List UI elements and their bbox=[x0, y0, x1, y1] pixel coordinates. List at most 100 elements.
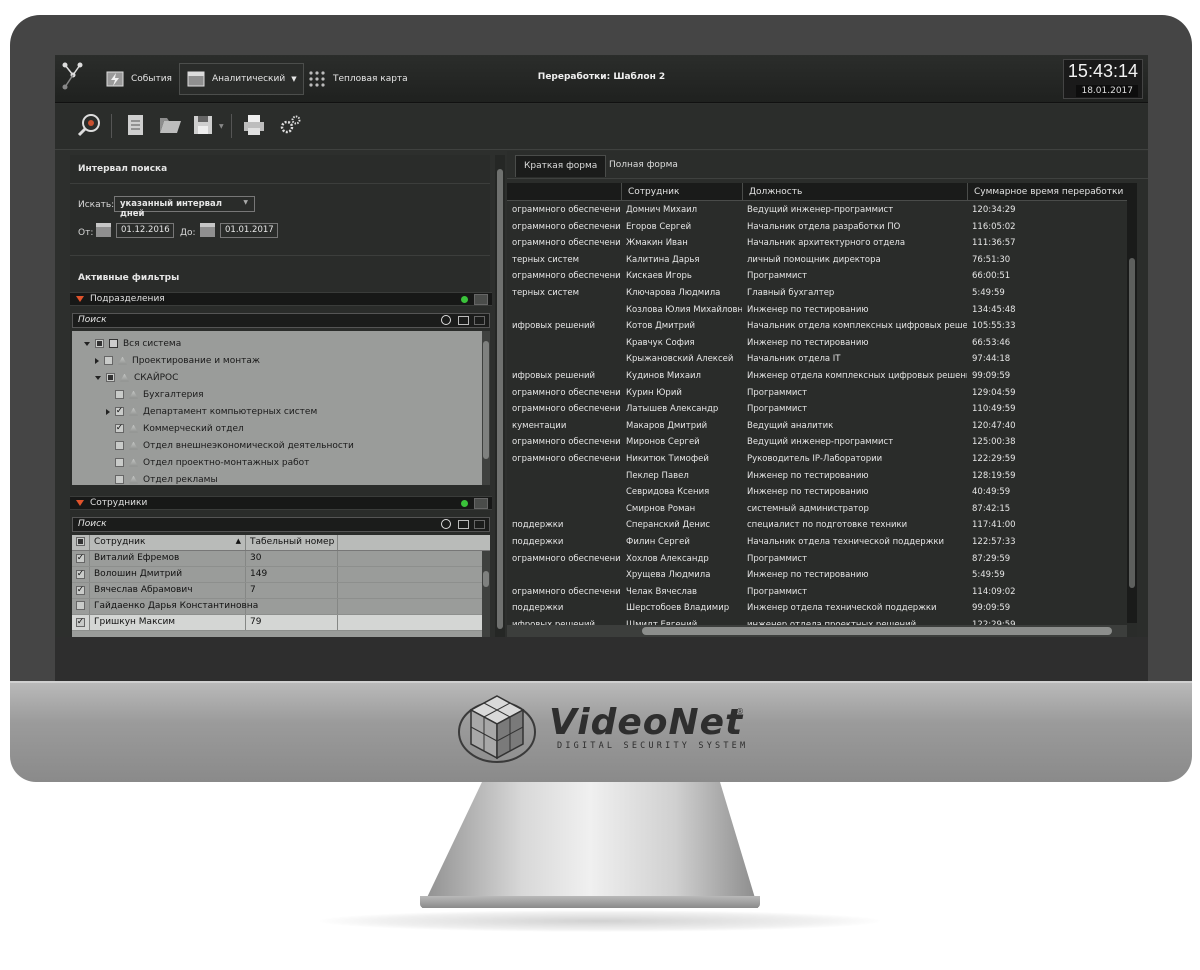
download-icon[interactable] bbox=[474, 294, 488, 305]
list-icon[interactable] bbox=[458, 520, 469, 529]
tree-node[interactable]: ✓ Департамент компьютерных систем bbox=[106, 403, 317, 420]
search-icon[interactable] bbox=[441, 519, 451, 529]
tree-node[interactable]: Вся система bbox=[84, 335, 181, 352]
table-row[interactable]: ифровых решений Кудинов Михаил Инженер отд… bbox=[507, 368, 1127, 384]
table-row[interactable]: ограммного обеспечения Хохлов Александр Пр… bbox=[507, 551, 1127, 567]
employees-scrollbar-thumb[interactable] bbox=[483, 571, 489, 587]
collapse-arrow-icon[interactable] bbox=[106, 408, 110, 415]
collapse-arrow-icon[interactable] bbox=[76, 296, 84, 302]
table-row[interactable]: поддержки Шерстобоев Владимир Инженер отде… bbox=[507, 600, 1127, 616]
tree-checkbox[interactable] bbox=[115, 458, 124, 467]
table-row[interactable]: ограммного обеспечения Курин Юрий Программ… bbox=[507, 385, 1127, 401]
calendar-icon[interactable] bbox=[96, 223, 111, 237]
tree-checkbox[interactable] bbox=[104, 356, 113, 365]
tree-checkbox[interactable] bbox=[95, 339, 104, 348]
search-icon[interactable] bbox=[77, 113, 103, 137]
tree-checkbox[interactable]: ✓ bbox=[115, 407, 124, 416]
row-checkbox[interactable]: ✓ bbox=[72, 583, 90, 598]
save-icon[interactable] bbox=[191, 113, 217, 137]
tree-checkbox[interactable]: ✓ bbox=[115, 424, 124, 433]
grid-hscroll-thumb[interactable] bbox=[642, 627, 1112, 635]
select-all-checkbox[interactable] bbox=[72, 535, 90, 550]
tree-node[interactable]: ✓ Коммерческий отдел bbox=[106, 420, 244, 437]
tree-checkbox[interactable] bbox=[106, 373, 115, 382]
save-dropdown-icon[interactable]: ▼ bbox=[219, 123, 224, 130]
employees-scrollbar[interactable] bbox=[482, 551, 490, 637]
row-checkbox[interactable]: ✓ bbox=[72, 567, 90, 582]
departments-header[interactable]: Подразделения bbox=[70, 292, 492, 306]
tree-node[interactable]: Бухгалтерия bbox=[106, 386, 204, 403]
table-row[interactable]: Гайдаенко Дарья Константиновна bbox=[72, 599, 490, 615]
column-header-position[interactable]: Должность bbox=[742, 183, 967, 201]
tree-node[interactable]: Проектирование и монтаж bbox=[95, 352, 260, 369]
document-icon[interactable] bbox=[123, 113, 149, 137]
table-row[interactable]: ✓ Гришкун Максим 79 bbox=[72, 615, 490, 631]
column-header[interactable]: Сотрудник ▲ bbox=[90, 535, 246, 550]
tab-short-form[interactable]: Краткая форма bbox=[515, 155, 607, 177]
table-row[interactable]: ограммного обеспечения Латышев Александр П… bbox=[507, 401, 1127, 417]
table-row[interactable]: ограммного обеспечения Миронов Сергей Веду… bbox=[507, 434, 1127, 450]
table-row[interactable]: Севридова Ксения Инженер по тестированию 4… bbox=[507, 484, 1127, 500]
settings-icon[interactable] bbox=[277, 113, 303, 137]
tree-checkbox[interactable] bbox=[115, 475, 124, 484]
tree-checkbox[interactable] bbox=[115, 390, 124, 399]
collapse-arrow-icon[interactable] bbox=[95, 357, 99, 364]
collapse-arrow-icon[interactable] bbox=[76, 500, 84, 506]
tree-scrollbar[interactable] bbox=[482, 331, 490, 485]
table-row[interactable]: терных систем Ключарова Людмила Главный бу… bbox=[507, 285, 1127, 301]
table-row[interactable]: ифровых решений Котов Дмитрий Начальник от… bbox=[507, 318, 1127, 334]
tab-full-form[interactable]: Полная форма bbox=[601, 155, 686, 177]
table-row[interactable]: ✓ Виталий Ефремов 30 bbox=[72, 551, 490, 567]
table-row[interactable]: ограммного обеспечения Никитюк Тимофей Рук… bbox=[507, 451, 1127, 467]
table-row[interactable]: Смирнов Роман системный администратор 87:4… bbox=[507, 501, 1127, 517]
splitter-thumb[interactable] bbox=[497, 169, 503, 629]
table-row[interactable]: кументации Макаров Дмитрий Ведущий аналити… bbox=[507, 418, 1127, 434]
tree-node[interactable]: Отдел внешнеэкономической деятельности bbox=[106, 437, 354, 454]
table-row[interactable]: ограммного обеспечения Жмакин Иван Начальн… bbox=[507, 235, 1127, 251]
print-icon[interactable] bbox=[241, 113, 267, 137]
employees-header[interactable]: Сотрудники bbox=[70, 496, 492, 510]
grid-vscroll-thumb[interactable] bbox=[1129, 258, 1135, 588]
filter-icon[interactable] bbox=[458, 316, 469, 325]
calendar-icon[interactable] bbox=[200, 223, 215, 237]
clear-filter-icon[interactable] bbox=[474, 316, 485, 325]
sort-icon[interactable]: ▲ bbox=[236, 537, 241, 545]
grid-vertical-scrollbar[interactable] bbox=[1127, 183, 1137, 623]
table-row[interactable]: ✓ Вячеслав Абрамович 7 bbox=[72, 583, 490, 599]
tree-node[interactable]: СКАЙРОС bbox=[95, 369, 178, 386]
tree-node[interactable]: Отдел рекламы bbox=[106, 471, 218, 485]
expand-arrow-icon[interactable] bbox=[95, 375, 101, 380]
employees-search-input[interactable]: Поиск bbox=[72, 517, 490, 532]
tree-scrollbar-thumb[interactable] bbox=[483, 341, 489, 459]
table-row[interactable]: ✓ Волошин Дмитрий 149 bbox=[72, 567, 490, 583]
download-icon[interactable] bbox=[474, 498, 488, 509]
departments-search-input[interactable]: Поиск bbox=[72, 313, 490, 328]
tree-node[interactable]: Отдел проектно-монтажных работ bbox=[106, 454, 309, 471]
tree-checkbox[interactable] bbox=[115, 441, 124, 450]
table-row[interactable]: Крыжановский Алексей Начальник отдела IT 9… bbox=[507, 351, 1127, 367]
table-row[interactable]: поддержки Филин Сергей Начальник отдела те… bbox=[507, 534, 1127, 550]
table-row[interactable]: ограммного обеспечения Челак Вячеслав Прог… bbox=[507, 584, 1127, 600]
table-row[interactable]: Кравчук София Инженер по тестированию 66:5… bbox=[507, 335, 1127, 351]
panel-splitter[interactable] bbox=[495, 155, 505, 637]
row-checkbox[interactable] bbox=[72, 599, 90, 614]
table-row[interactable]: ограммного обеспечения Егоров Сергей Начал… bbox=[507, 219, 1127, 235]
column-header[interactable]: Табельный номер bbox=[246, 535, 338, 550]
table-row[interactable]: ограммного обеспечения Домнич Михаил Ведущ… bbox=[507, 202, 1127, 218]
row-checkbox[interactable]: ✓ bbox=[72, 551, 90, 566]
column-header-employee[interactable]: Сотрудник bbox=[621, 183, 742, 201]
row-checkbox[interactable]: ✓ bbox=[72, 615, 90, 630]
grid-horizontal-scrollbar[interactable] bbox=[507, 625, 1127, 637]
table-row[interactable]: ограммного обеспечения Кискаев Игорь Прогр… bbox=[507, 268, 1127, 284]
folder-icon[interactable] bbox=[157, 113, 183, 137]
grid-icon[interactable] bbox=[474, 520, 485, 529]
to-date-field[interactable]: 01.01.2017 bbox=[220, 223, 278, 238]
table-row[interactable]: Пеклер Павел Инженер по тестированию 128:1… bbox=[507, 468, 1127, 484]
table-row[interactable]: поддержки Сперанский Денис специалист по п… bbox=[507, 517, 1127, 533]
expand-arrow-icon[interactable] bbox=[84, 341, 90, 346]
from-date-field[interactable]: 01.12.2016 bbox=[116, 223, 174, 238]
table-row[interactable]: Хрущева Людмила Инженер по тестированию 5:… bbox=[507, 567, 1127, 583]
search-mode-select[interactable]: указанный интервал дней ▼ bbox=[114, 196, 255, 219]
column-header-department[interactable] bbox=[507, 183, 621, 201]
table-row[interactable]: терных систем Калитина Дарья личный помощн… bbox=[507, 252, 1127, 268]
